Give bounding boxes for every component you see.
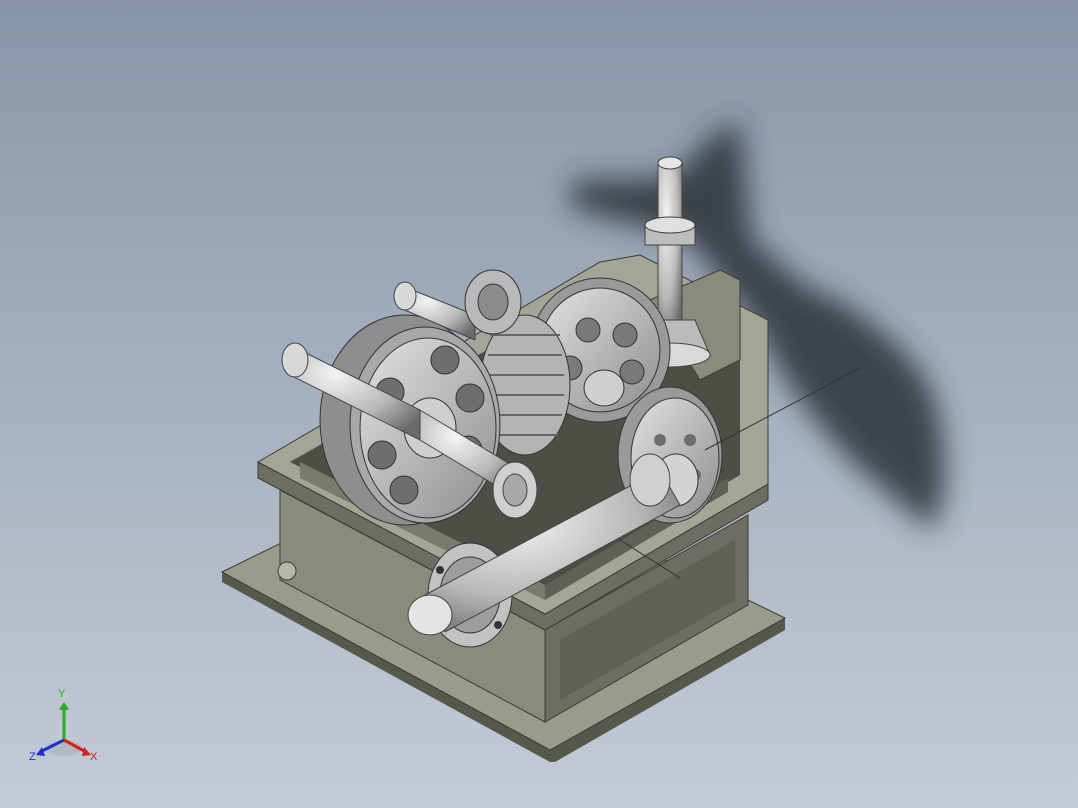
orientation-triad[interactable]: Y X Z bbox=[24, 688, 114, 770]
gearbox-model[interactable] bbox=[0, 0, 1078, 808]
triad-x-label: X bbox=[90, 751, 98, 763]
triad-y-label: Y bbox=[58, 688, 66, 700]
drain-plug[interactable] bbox=[277, 561, 297, 581]
triad-graphic bbox=[36, 702, 91, 756]
triad-z-label: Z bbox=[29, 751, 36, 763]
cad-viewport[interactable]: Y X Z bbox=[0, 0, 1078, 808]
